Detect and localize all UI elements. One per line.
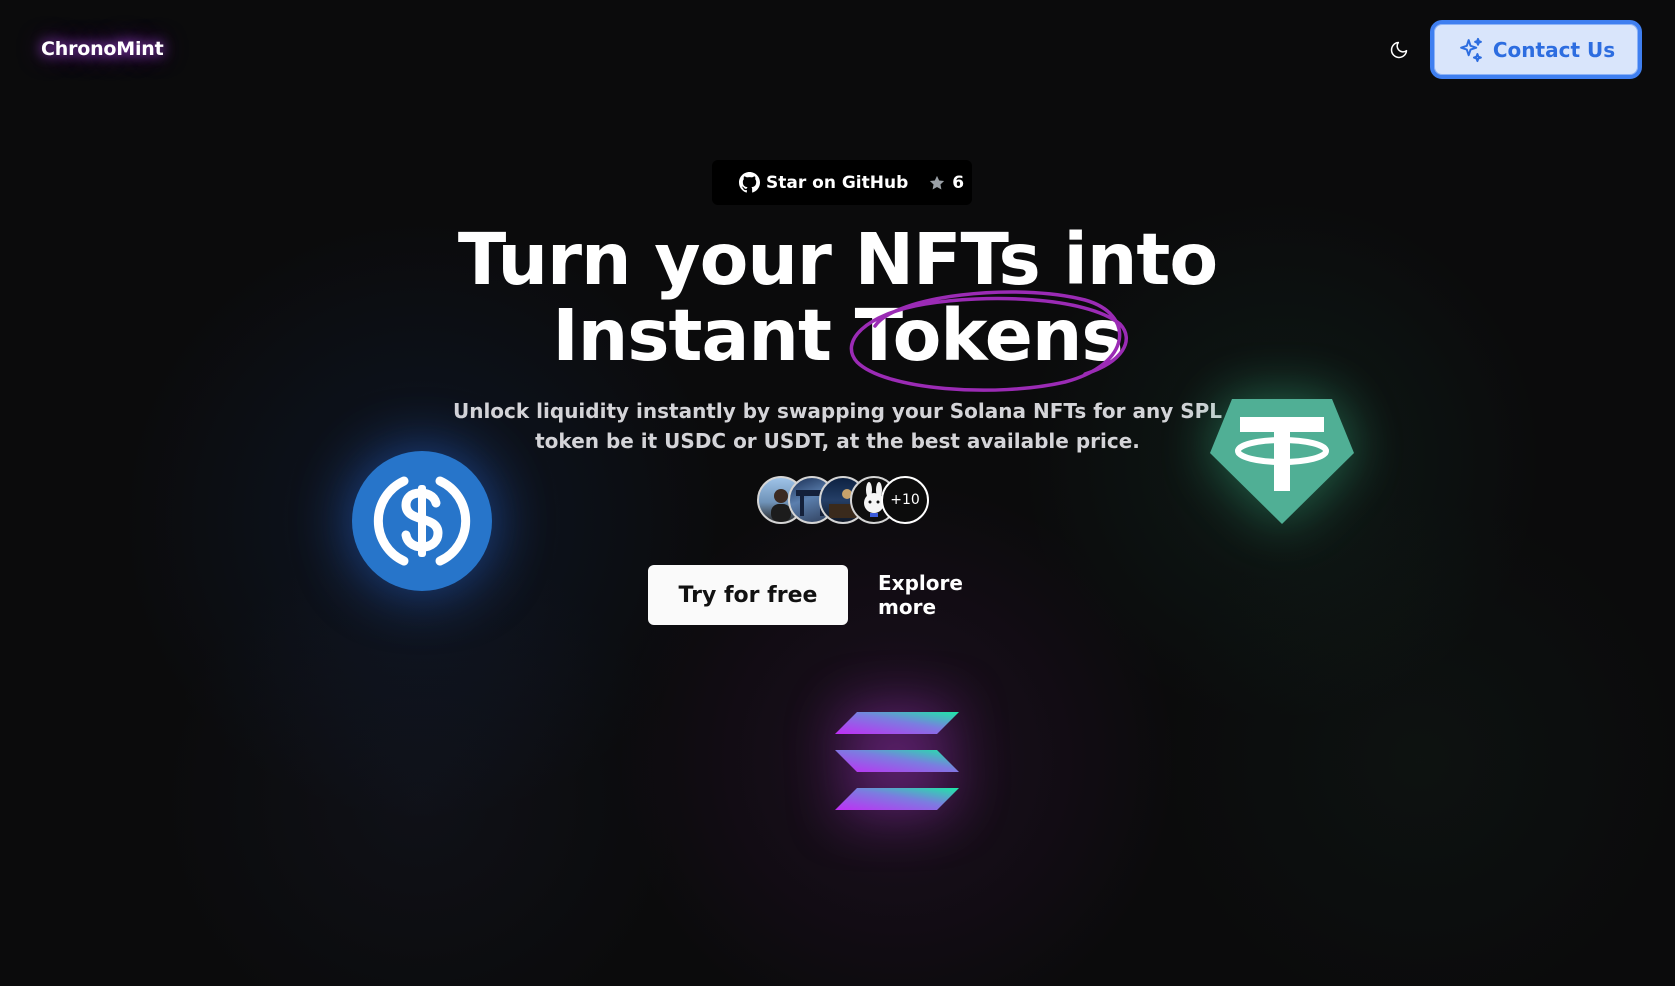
hero-title-line1: Turn your NFTs into [457, 218, 1218, 301]
try-for-free-button[interactable]: Try for free [648, 565, 848, 625]
github-star-button[interactable]: Star on GitHub 6 [712, 160, 972, 205]
user-avatars: +10 [757, 476, 929, 524]
usdc-coin-icon [352, 451, 492, 591]
hero-title-line2: Instant Tokens [0, 290, 1675, 392]
star-icon [930, 175, 945, 189]
highlighted-word: Tokens [849, 290, 1128, 392]
star-count: 6 [952, 172, 965, 193]
sparkles-icon [1459, 37, 1482, 62]
theme-toggle-button[interactable] [1385, 36, 1413, 64]
hero-title-highlight: Tokens [854, 294, 1124, 377]
usdt-coin-icon [1210, 399, 1354, 524]
contact-us-label: Contact Us [1492, 37, 1616, 62]
landing-page: ChronoMint Contact Us Star on GitHub 6 T… [0, 0, 1675, 986]
avatar-more-count: +10 [881, 476, 929, 524]
subtitle-line2: token be it USDC or USDT, at the best av… [535, 429, 1140, 453]
contact-us-button[interactable]: Contact Us [1430, 20, 1642, 79]
solana-icon [835, 712, 959, 810]
moon-icon [1390, 41, 1408, 59]
github-icon [739, 172, 760, 193]
hero-title-prefix: Instant [552, 294, 832, 377]
github-label: Star on GitHub [766, 172, 909, 193]
logo[interactable]: ChronoMint [41, 38, 164, 60]
subtitle-line1: Unlock liquidity instantly by swapping y… [452, 399, 1223, 423]
hero-subtitle: Unlock liquidity instantly by swapping y… [0, 396, 1675, 456]
explore-more-link[interactable]: Explore more [878, 565, 1024, 625]
star-count-wrap: 6 [928, 173, 964, 193]
hero-title: Turn your NFTs into Instant Tokens [0, 218, 1675, 392]
